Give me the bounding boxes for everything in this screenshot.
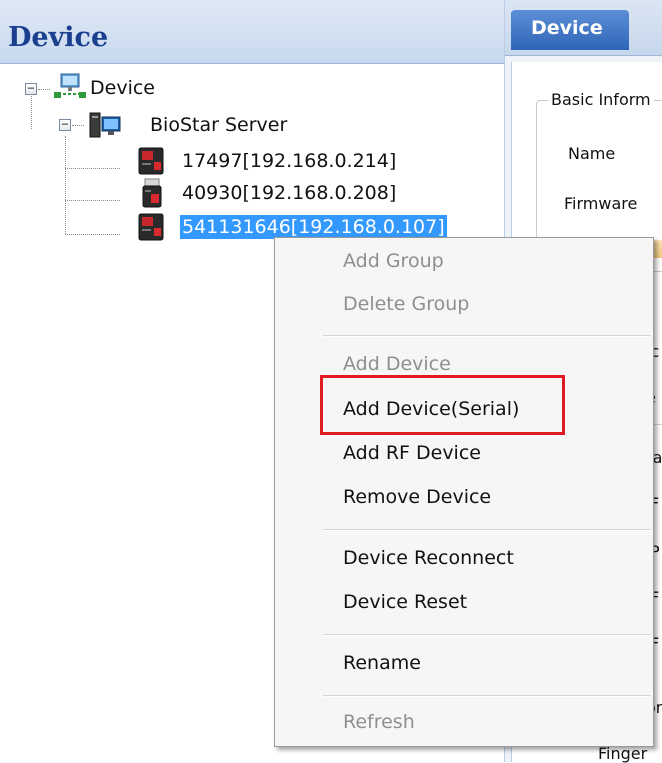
device-panel-header: Device bbox=[0, 0, 504, 64]
tree-node-label: BioStar Server bbox=[150, 114, 288, 136]
menu-item-remove-device[interactable]: Remove Device bbox=[343, 486, 491, 508]
firmware-label: Firmware bbox=[564, 194, 638, 213]
tree-node-biostar-server[interactable]: BioStar Server bbox=[86, 112, 289, 138]
tree-node-device-17497[interactable]: 17497[192.168.0.214] bbox=[136, 147, 398, 175]
tab-device[interactable]: Device bbox=[511, 10, 629, 50]
menu-item-add-device[interactable]: Add Device bbox=[343, 353, 451, 375]
collapse-icon[interactable]: − bbox=[59, 118, 71, 131]
device-panel-title: Device bbox=[8, 22, 109, 53]
basic-info-title: Basic Inform bbox=[548, 90, 654, 109]
menu-item-device-reconnect[interactable]: Device Reconnect bbox=[343, 547, 514, 569]
detail-header: Device bbox=[505, 0, 662, 56]
menu-item-add-group[interactable]: Add Group bbox=[343, 250, 444, 272]
tree-node-label: 17497[192.168.0.214] bbox=[182, 150, 397, 172]
menu-separator bbox=[323, 695, 651, 697]
menu-separator bbox=[323, 335, 651, 337]
device-icon bbox=[136, 212, 166, 246]
device-icon bbox=[136, 146, 166, 180]
device-icon bbox=[136, 178, 166, 212]
highlight-box bbox=[320, 375, 565, 435]
tab-device-label: Device bbox=[531, 17, 603, 39]
collapse-icon[interactable]: − bbox=[25, 82, 37, 95]
tree-node-label: Device bbox=[90, 77, 155, 99]
menu-item-rename[interactable]: Rename bbox=[343, 652, 421, 674]
menu-separator bbox=[323, 529, 651, 531]
menu-item-refresh[interactable]: Refresh bbox=[343, 711, 415, 733]
tree-node-device-root[interactable]: Device bbox=[52, 73, 157, 100]
menu-item-device-reset[interactable]: Device Reset bbox=[343, 591, 467, 613]
name-label: Name bbox=[568, 144, 616, 163]
tree-node-device-541131646[interactable]: 541131646[192.168.0.107] bbox=[136, 213, 447, 241]
tree-node-label: 541131646[192.168.0.107] bbox=[180, 215, 447, 239]
tree-node-label: 40930[192.168.0.208] bbox=[182, 182, 397, 204]
tree-node-device-40930[interactable]: 40930[192.168.0.208] bbox=[136, 178, 398, 208]
context-menu: Add Group Delete Group Add Device Add De… bbox=[274, 237, 654, 747]
server-icon bbox=[88, 111, 122, 143]
network-icon bbox=[52, 72, 88, 106]
menu-item-delete-group[interactable]: Delete Group bbox=[343, 293, 469, 315]
menu-item-add-rf-device[interactable]: Add RF Device bbox=[343, 442, 481, 464]
menu-separator bbox=[323, 634, 651, 636]
